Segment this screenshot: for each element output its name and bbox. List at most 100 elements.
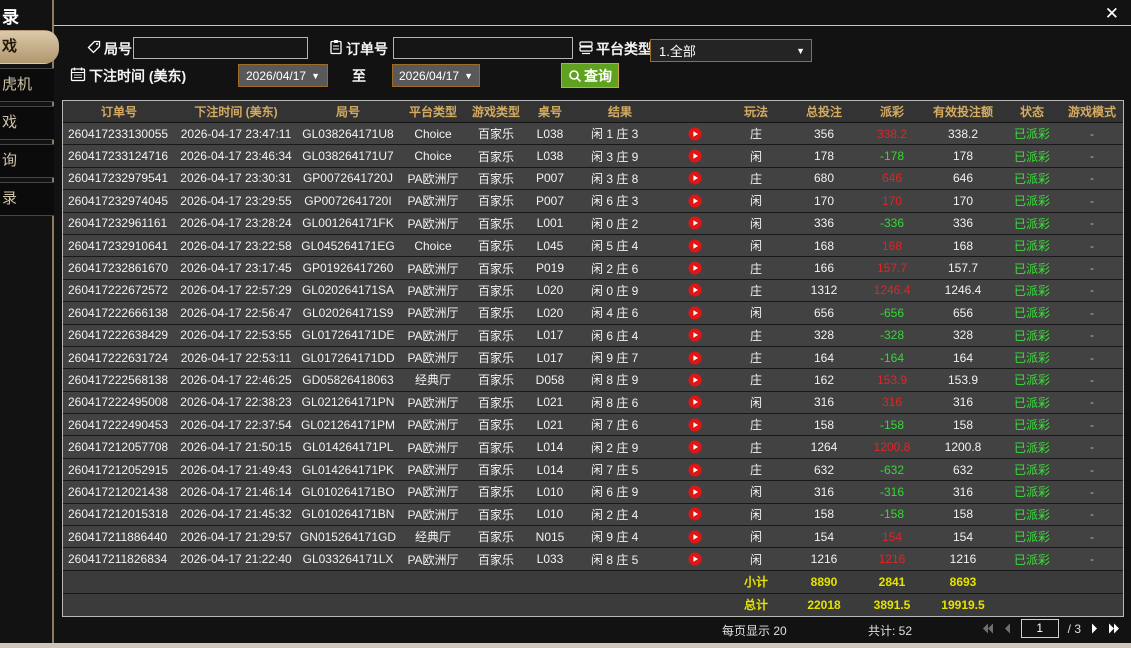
replay-play-icon[interactable]	[665, 328, 725, 342]
round-no-input[interactable]	[133, 37, 308, 59]
cell-game-type: 百家乐	[477, 283, 514, 298]
replay-play-icon[interactable]	[665, 530, 725, 544]
platform-type-select[interactable]: 1.全部 ▼	[650, 39, 812, 62]
cell-round-no: GN015264171GD	[299, 529, 397, 544]
sidebar-tab-slots[interactable]: 虎机	[0, 68, 54, 102]
replay-play-icon[interactable]	[665, 171, 725, 185]
table-row[interactable]: 260417222638429 2026-04-17 22:53:55 GL01…	[63, 324, 1123, 346]
cell-round-no: GP0072641720J	[302, 171, 394, 186]
cell-game-mode: -	[1090, 261, 1094, 276]
chevron-down-icon: ▼	[464, 70, 473, 81]
cell-round-no: GL014264171PK	[301, 462, 395, 477]
cell-status: 已派彩	[1013, 373, 1050, 388]
table-row[interactable]: 260417211886440 2026-04-17 21:29:57 GN01…	[63, 526, 1123, 548]
replay-play-icon[interactable]	[665, 507, 725, 521]
prev-page-icon[interactable]	[1003, 623, 1012, 634]
cell-total-bet: 164	[813, 350, 835, 365]
table-row[interactable]: 260417232979541 2026-04-17 23:30:31 GP00…	[63, 167, 1123, 190]
cell-game-type: 百家乐	[477, 194, 514, 209]
cell-total-bet: 1264	[810, 440, 838, 455]
cell-payout: -158	[879, 417, 905, 432]
table-row[interactable]: 260417212015318 2026-04-17 21:45:32 GL01…	[63, 503, 1123, 526]
replay-play-icon[interactable]	[665, 261, 725, 275]
cell-result: 闲 9 庄 4	[591, 530, 639, 545]
cell-play-type: 庄	[749, 328, 762, 343]
cell-play-type: 庄	[749, 418, 762, 433]
table-row[interactable]: 260417212057708 2026-04-17 21:50:15 GL01…	[63, 436, 1123, 458]
page-number-input[interactable]: 1	[1020, 619, 1059, 638]
cell-order-no: 260417233124716	[68, 149, 169, 164]
cell-bet-time: 2026-04-17 22:57:29	[180, 283, 292, 298]
col-game-type: 游戏类型	[471, 105, 520, 119]
search-button[interactable]: 查询	[561, 63, 619, 88]
replay-play-icon[interactable]	[665, 418, 725, 432]
replay-play-icon[interactable]	[665, 216, 725, 230]
replay-play-icon[interactable]	[665, 239, 725, 253]
cell-result: 闲 2 庄 9	[591, 440, 639, 455]
cell-play-type: 庄	[749, 440, 762, 455]
cell-game-mode: -	[1090, 171, 1094, 186]
replay-play-icon[interactable]	[665, 395, 725, 409]
last-page-icon[interactable]	[1108, 623, 1122, 634]
cell-round-no: GD05826418063	[302, 372, 394, 387]
replay-play-icon[interactable]	[665, 149, 725, 163]
replay-play-icon[interactable]	[665, 373, 725, 387]
sidebar-tab-query[interactable]: 询	[0, 144, 54, 178]
replay-play-icon[interactable]	[665, 283, 725, 297]
cell-total-bet: 336	[813, 216, 835, 231]
date-to-select[interactable]: 2026/04/17 ▼	[392, 64, 480, 87]
replay-play-icon[interactable]	[665, 306, 725, 320]
cell-play-type: 庄	[749, 283, 762, 298]
replay-play-icon[interactable]	[665, 127, 725, 141]
cell-status: 已派彩	[1013, 440, 1050, 455]
order-no-input[interactable]	[393, 37, 573, 59]
cell-bet-time: 2026-04-17 23:17:45	[180, 261, 292, 276]
table-row[interactable]: 260417211826834 2026-04-17 21:22:40 GL03…	[63, 548, 1123, 570]
table-row[interactable]: 260417212052915 2026-04-17 21:49:43 GL01…	[63, 458, 1123, 481]
cell-play-type: 闲	[749, 149, 762, 164]
close-icon[interactable]: ✕	[1105, 4, 1119, 24]
replay-play-icon[interactable]	[665, 351, 725, 365]
cell-result: 闲 8 庄 5	[591, 552, 639, 567]
table-row[interactable]: 260417222568138 2026-04-17 22:46:25 GD05…	[63, 369, 1123, 391]
sidebar-tab-games[interactable]: 戏	[0, 106, 54, 140]
window-title-fragment: 录	[2, 8, 19, 27]
table-row[interactable]: 260417232974045 2026-04-17 23:29:55 GP00…	[63, 190, 1123, 212]
table-row[interactable]: 260417233130055 2026-04-17 23:47:11 GL03…	[63, 123, 1123, 145]
cell-status: 已派彩	[1013, 171, 1050, 186]
cell-platform: 经典厅	[414, 373, 451, 388]
sidebar-tab-records[interactable]: 录	[0, 182, 54, 216]
replay-play-icon[interactable]	[665, 552, 725, 566]
replay-play-icon[interactable]	[665, 194, 725, 208]
table-row[interactable]: 260417222631724 2026-04-17 22:53:11 GL01…	[63, 346, 1123, 369]
table-row[interactable]: 260417212021438 2026-04-17 21:46:14 GL01…	[63, 481, 1123, 503]
cell-bet-time: 2026-04-17 23:47:11	[180, 126, 292, 141]
page-count-label: / 3	[1067, 621, 1081, 636]
replay-play-icon[interactable]	[665, 440, 725, 454]
cell-platform: PA欧洲厅	[407, 171, 459, 186]
table-row[interactable]: 260417233124716 2026-04-17 23:46:34 GL03…	[63, 145, 1123, 167]
table-row[interactable]: 260417222490453 2026-04-17 22:37:54 GL02…	[63, 414, 1123, 436]
date-from-select[interactable]: 2026/04/17 ▼	[238, 64, 328, 87]
table-row[interactable]: 260417232910641 2026-04-17 23:22:58 GL04…	[63, 234, 1123, 257]
cell-game-mode: -	[1090, 372, 1094, 387]
cell-order-no: 260417232910641	[68, 238, 169, 253]
table-row[interactable]: 260417222672572 2026-04-17 22:57:29 GL02…	[63, 279, 1123, 302]
replay-play-icon[interactable]	[665, 485, 725, 499]
search-button-label: 查询	[584, 67, 612, 84]
cell-game-mode: -	[1090, 328, 1094, 343]
cell-valid-bet: 656	[952, 305, 974, 320]
first-page-icon[interactable]	[980, 623, 994, 634]
cell-platform: PA欧洲厅	[407, 194, 459, 209]
cell-game-mode: -	[1090, 417, 1094, 432]
table-row[interactable]: 260417222495008 2026-04-17 22:38:23 GL02…	[63, 391, 1123, 414]
col-play: 玩法	[743, 105, 768, 119]
sidebar-tab-live-games[interactable]: 戏	[0, 30, 59, 64]
cell-status: 已派彩	[1013, 127, 1050, 142]
table-row[interactable]: 260417232861670 2026-04-17 23:17:45 GP01…	[63, 257, 1123, 279]
replay-play-icon[interactable]	[665, 463, 725, 477]
table-row[interactable]: 260417232961161 2026-04-17 23:28:24 GL00…	[63, 212, 1123, 234]
cell-result: 闲 7 庄 5	[591, 463, 639, 478]
table-row[interactable]: 260417222666138 2026-04-17 22:56:47 GL02…	[63, 302, 1123, 324]
next-page-icon[interactable]	[1090, 623, 1099, 634]
